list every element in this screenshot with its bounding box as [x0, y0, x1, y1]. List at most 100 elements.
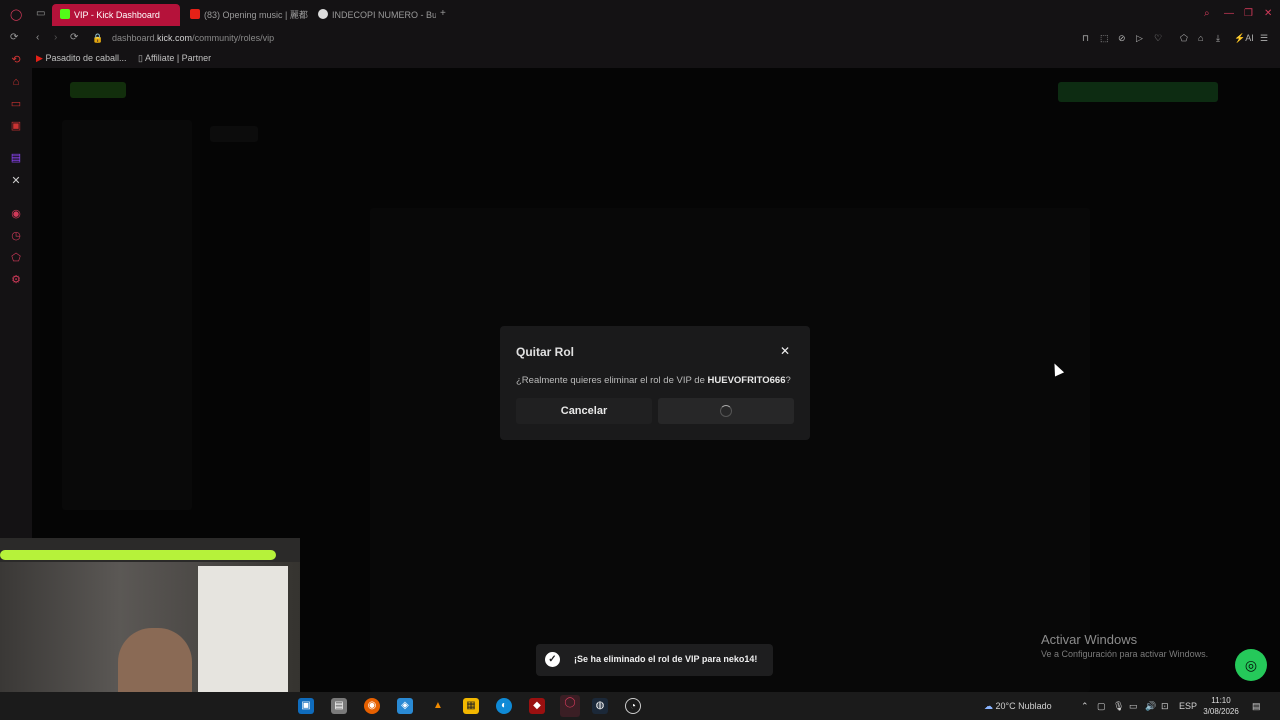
- lock-icon: 🔒: [92, 33, 104, 43]
- sidebar-settings-icon[interactable]: ⚙: [10, 274, 22, 286]
- activate-windows-title: Activar Windows: [1041, 632, 1138, 647]
- opera-taskbar-icon[interactable]: ◯: [560, 695, 580, 717]
- username: HUEVOFRITO666: [707, 375, 786, 386]
- menu-icon[interactable]: ☰: [1260, 31, 1268, 45]
- sphere-icon[interactable]: ◈: [397, 698, 413, 714]
- webcam-shelf: [198, 566, 288, 692]
- tab-bar: ▭ VIP - Kick Dashboard (83) Opening musi…: [32, 0, 1280, 28]
- steam-icon[interactable]: ◍: [592, 698, 608, 714]
- tab-label: INDECOPI NUMERO - Busc: [332, 10, 436, 20]
- address-bar: ⟳ ‹ › ⟳ 🔒 dashboard.kick.com/community/r…: [10, 28, 1280, 48]
- webcam-overlay: [0, 538, 300, 692]
- page-icon: ▯: [138, 53, 143, 63]
- tray-chevron-icon[interactable]: ⌃: [1081, 700, 1089, 712]
- toast-message: ¡Se ha eliminado el rol de VIP para neko…: [574, 654, 758, 664]
- tab-google[interactable]: INDECOPI NUMERO - Busc: [310, 4, 436, 26]
- language-indicator[interactable]: ESP: [1179, 700, 1197, 712]
- cloud-icon: ☁: [984, 701, 993, 711]
- bookmark-affiliate[interactable]: ▯ Affiliate | Partner: [138, 51, 211, 65]
- url-path: /community/roles/vip: [192, 33, 275, 43]
- minimize-icon[interactable]: —: [1224, 6, 1234, 22]
- notifications-icon[interactable]: ▤: [1252, 700, 1261, 712]
- message-prefix: ¿Realmente quieres eliminar el rol de VI…: [516, 375, 708, 386]
- url-field[interactable]: dashboard.kick.com/community/roles/vip: [112, 30, 274, 46]
- webcam-frame-bar: [0, 550, 276, 560]
- activate-windows-subtitle: Ve a Configuración para activar Windows.: [1041, 649, 1209, 659]
- youtube-icon: [190, 9, 200, 19]
- dialog-message: ¿Realmente quieres eliminar el rol de VI…: [516, 375, 791, 386]
- remove-role-dialog: Quitar Rol ✕ ¿Realmente quieres eliminar…: [500, 326, 810, 440]
- opera-logo-icon[interactable]: ◯: [10, 9, 22, 21]
- maximize-icon[interactable]: ❐: [1244, 6, 1253, 22]
- forward-icon[interactable]: ›: [54, 30, 57, 46]
- aria-ai-button[interactable]: ⚡AI: [1234, 31, 1254, 45]
- clock-date: 3/08/2026: [1203, 707, 1239, 716]
- volume-icon[interactable]: 🔊: [1145, 700, 1156, 712]
- confirm-remove-button[interactable]: [658, 398, 794, 424]
- play-icon[interactable]: ▷: [1136, 31, 1143, 45]
- blurred-title: [210, 126, 258, 142]
- wallet-icon[interactable]: ⌂: [1198, 31, 1203, 45]
- blurred-list: [370, 208, 1090, 692]
- pin-icon[interactable]: ⊓: [1082, 31, 1089, 45]
- sidebar-reload-icon[interactable]: ⟳: [10, 30, 18, 46]
- clock[interactable]: 11:10 3/08/2026: [1200, 695, 1242, 717]
- snapshot-icon[interactable]: ⬚: [1100, 31, 1109, 45]
- tab-kick-dashboard[interactable]: VIP - Kick Dashboard: [52, 4, 180, 26]
- url-domain: kick.com: [157, 33, 193, 43]
- back-icon[interactable]: ‹: [36, 30, 39, 46]
- dota-icon[interactable]: ◆: [529, 698, 545, 714]
- bookmark-label: Affiliate | Partner: [144, 53, 212, 63]
- tab-workspaces-icon[interactable]: ▭: [36, 6, 45, 22]
- tray-app-icon[interactable]: ▢: [1097, 700, 1106, 712]
- bookmark-label: Pasadito de caball...: [45, 53, 127, 63]
- sidebar-messenger-icon[interactable]: ▭: [10, 98, 22, 110]
- adblock-icon[interactable]: ⊘: [1118, 31, 1126, 45]
- sidebar-twitch-icon[interactable]: ▤: [10, 152, 22, 164]
- check-circle-icon: ✓: [545, 652, 560, 667]
- google-icon: [318, 9, 328, 19]
- weather-text: 20°C Nublado: [995, 701, 1052, 711]
- dialog-title: Quitar Rol: [516, 345, 575, 359]
- sidebar-history-icon[interactable]: ◷: [10, 230, 22, 242]
- explorer-icon[interactable]: ▦: [463, 698, 479, 714]
- download-icon[interactable]: ⤓: [1216, 31, 1220, 45]
- sidebar-circle-icon[interactable]: ◉: [10, 208, 22, 220]
- extensions-icon[interactable]: ⬠: [1180, 31, 1188, 45]
- reload-icon[interactable]: ⟳: [70, 30, 78, 46]
- ai-label: AI: [1245, 33, 1254, 43]
- url-prefix: dashboard.: [112, 33, 158, 43]
- loading-spinner-icon: [720, 405, 732, 417]
- search-icon[interactable]: ⌕: [1204, 6, 1210, 22]
- tab-youtube[interactable]: (83) Opening music | 麗都: [182, 4, 308, 26]
- vlc-icon[interactable]: ▲: [430, 698, 446, 714]
- sidebar-extensions-icon[interactable]: ⬠: [10, 252, 22, 264]
- firefox-icon[interactable]: ◉: [364, 698, 380, 714]
- sidebar-app-icon[interactable]: ▣: [10, 120, 22, 132]
- sidebar-bag-icon[interactable]: ⌂: [10, 76, 22, 88]
- new-tab-icon[interactable]: +: [440, 6, 446, 22]
- support-chat-icon[interactable]: ◎: [1235, 649, 1267, 681]
- mic-icon[interactable]: 🎙: [1113, 700, 1124, 712]
- bookmark-pasadito[interactable]: ▶ Pasadito de caball...: [36, 51, 127, 65]
- weather-widget[interactable]: ☁ 20°C Nublado: [984, 700, 1052, 712]
- edge-icon[interactable]: ◐: [496, 698, 512, 714]
- youtube-icon: ▶: [36, 53, 43, 63]
- network-icon[interactable]: ⊡: [1161, 700, 1169, 712]
- success-toast: ✓ ¡Se ha eliminado el rol de VIP para ne…: [536, 644, 773, 676]
- outlook-icon[interactable]: ▣: [298, 698, 314, 714]
- webcam-person: [118, 628, 192, 692]
- screen: ◯ ⟲ ⌂ ▭ ▣ ▤ ✕ ◉ ◷ ⬠ ⚙ ▭ VIP - Kick Dashb…: [0, 0, 1280, 720]
- heart-icon[interactable]: ♡: [1154, 31, 1162, 45]
- blurred-sidebar: [62, 120, 192, 510]
- app-icon[interactable]: ▤: [331, 698, 347, 714]
- display-icon[interactable]: ▭: [1129, 700, 1138, 712]
- sidebar-refresh-icon[interactable]: ⟲: [10, 54, 22, 66]
- cancel-button[interactable]: Cancelar: [516, 398, 652, 424]
- sidebar-x-icon[interactable]: ✕: [10, 175, 22, 187]
- blurred-button: [1058, 82, 1218, 102]
- close-window-icon[interactable]: ✕: [1264, 6, 1272, 22]
- obs-icon[interactable]: ◔: [625, 698, 641, 714]
- tab-label: (83) Opening music | 麗都: [204, 10, 308, 20]
- close-icon[interactable]: ✕: [778, 344, 792, 358]
